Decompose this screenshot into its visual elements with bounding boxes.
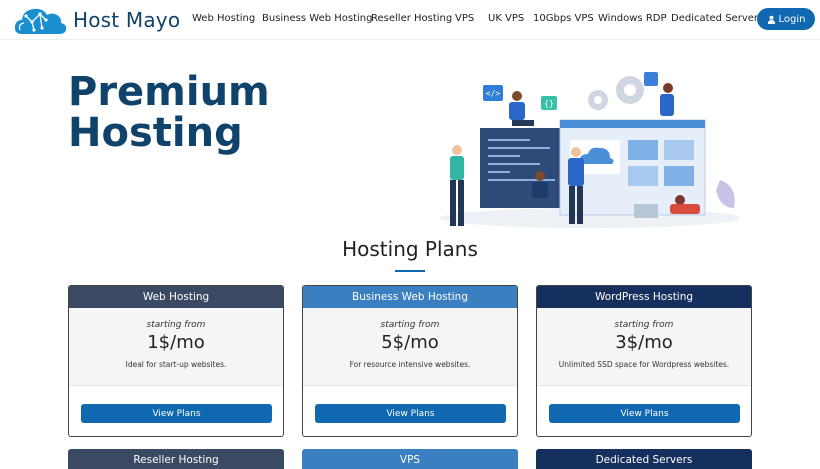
view-plans-button[interactable]: View Plans: [81, 404, 272, 423]
plan-card-wordpress-hosting: WordPress Hosting starting from 3$/mo Un…: [536, 285, 752, 437]
plan-card-web-hosting: Web Hosting starting from 1$/mo Ideal fo…: [68, 285, 284, 437]
hero-title-line1: Premium: [68, 69, 270, 115]
user-icon: [767, 15, 775, 24]
nav-10gbps-vps[interactable]: 10Gbps VPS: [533, 13, 594, 24]
plan-card-header: WordPress Hosting: [537, 286, 751, 308]
hero-title-line2: Hosting: [68, 110, 243, 156]
starting-from-label: starting from: [380, 320, 440, 330]
plan-card-business-web-hosting: Business Web Hosting starting from 5$/mo…: [302, 285, 518, 437]
section-title-underline: [395, 270, 425, 272]
plan-card-header: Web Hosting: [69, 286, 283, 308]
login-button[interactable]: Login: [757, 8, 815, 30]
share-icon: [644, 72, 658, 86]
svg-text:</>: </>: [486, 89, 501, 98]
nav-dedicated-servers[interactable]: Dedicated Servers: [671, 13, 763, 24]
section-title: Hosting Plans: [342, 237, 478, 261]
gear-icon: [588, 76, 644, 110]
plan-card-body: starting from 5$/mo For resource intensi…: [303, 308, 517, 386]
login-label: Login: [778, 13, 806, 25]
plan-price: 1$/mo: [147, 332, 205, 353]
cloud-logo-icon[interactable]: [12, 4, 68, 38]
view-plans-button[interactable]: View Plans: [315, 404, 506, 423]
starting-from-label: starting from: [614, 320, 674, 330]
nav-reseller-hosting[interactable]: Reseller Hosting: [371, 13, 452, 24]
hero-title: Premium Hosting: [68, 72, 368, 154]
plan-card-body: starting from 3$/mo Unlimited SSD space …: [537, 308, 751, 386]
plan-card-dedicated-servers-header: Dedicated Servers: [536, 449, 752, 469]
plan-price: 5$/mo: [381, 332, 439, 353]
brand-name[interactable]: Host Mayo: [73, 8, 180, 32]
nav-uk-vps[interactable]: UK VPS: [488, 13, 524, 24]
plan-description: For resource intensive websites.: [349, 360, 471, 369]
plan-description: Unlimited SSD space for Wordpress websit…: [558, 360, 730, 369]
plan-card-header: Business Web Hosting: [303, 286, 517, 308]
plan-card-reseller-hosting-header: Reseller Hosting: [68, 449, 284, 469]
plan-description: Ideal for start-up websites.: [125, 360, 227, 369]
nav-business-web-hosting[interactable]: Business Web Hosting: [262, 13, 373, 24]
plan-price: 3$/mo: [615, 332, 673, 353]
nav-vps[interactable]: VPS: [455, 13, 474, 24]
hosting-illustration: </> {}: [440, 72, 740, 228]
top-navbar: Host Mayo Web Hosting Business Web Hosti…: [0, 0, 820, 40]
view-plans-button[interactable]: View Plans: [549, 404, 740, 423]
plan-card-body: starting from 1$/mo Ideal for start-up w…: [69, 308, 283, 386]
nav-web-hosting[interactable]: Web Hosting: [192, 13, 255, 24]
plan-card-vps-header: VPS: [302, 449, 518, 469]
starting-from-label: starting from: [146, 320, 206, 330]
nav-windows-rdp[interactable]: Windows RDP: [598, 13, 667, 24]
svg-text:{}: {}: [544, 99, 554, 108]
